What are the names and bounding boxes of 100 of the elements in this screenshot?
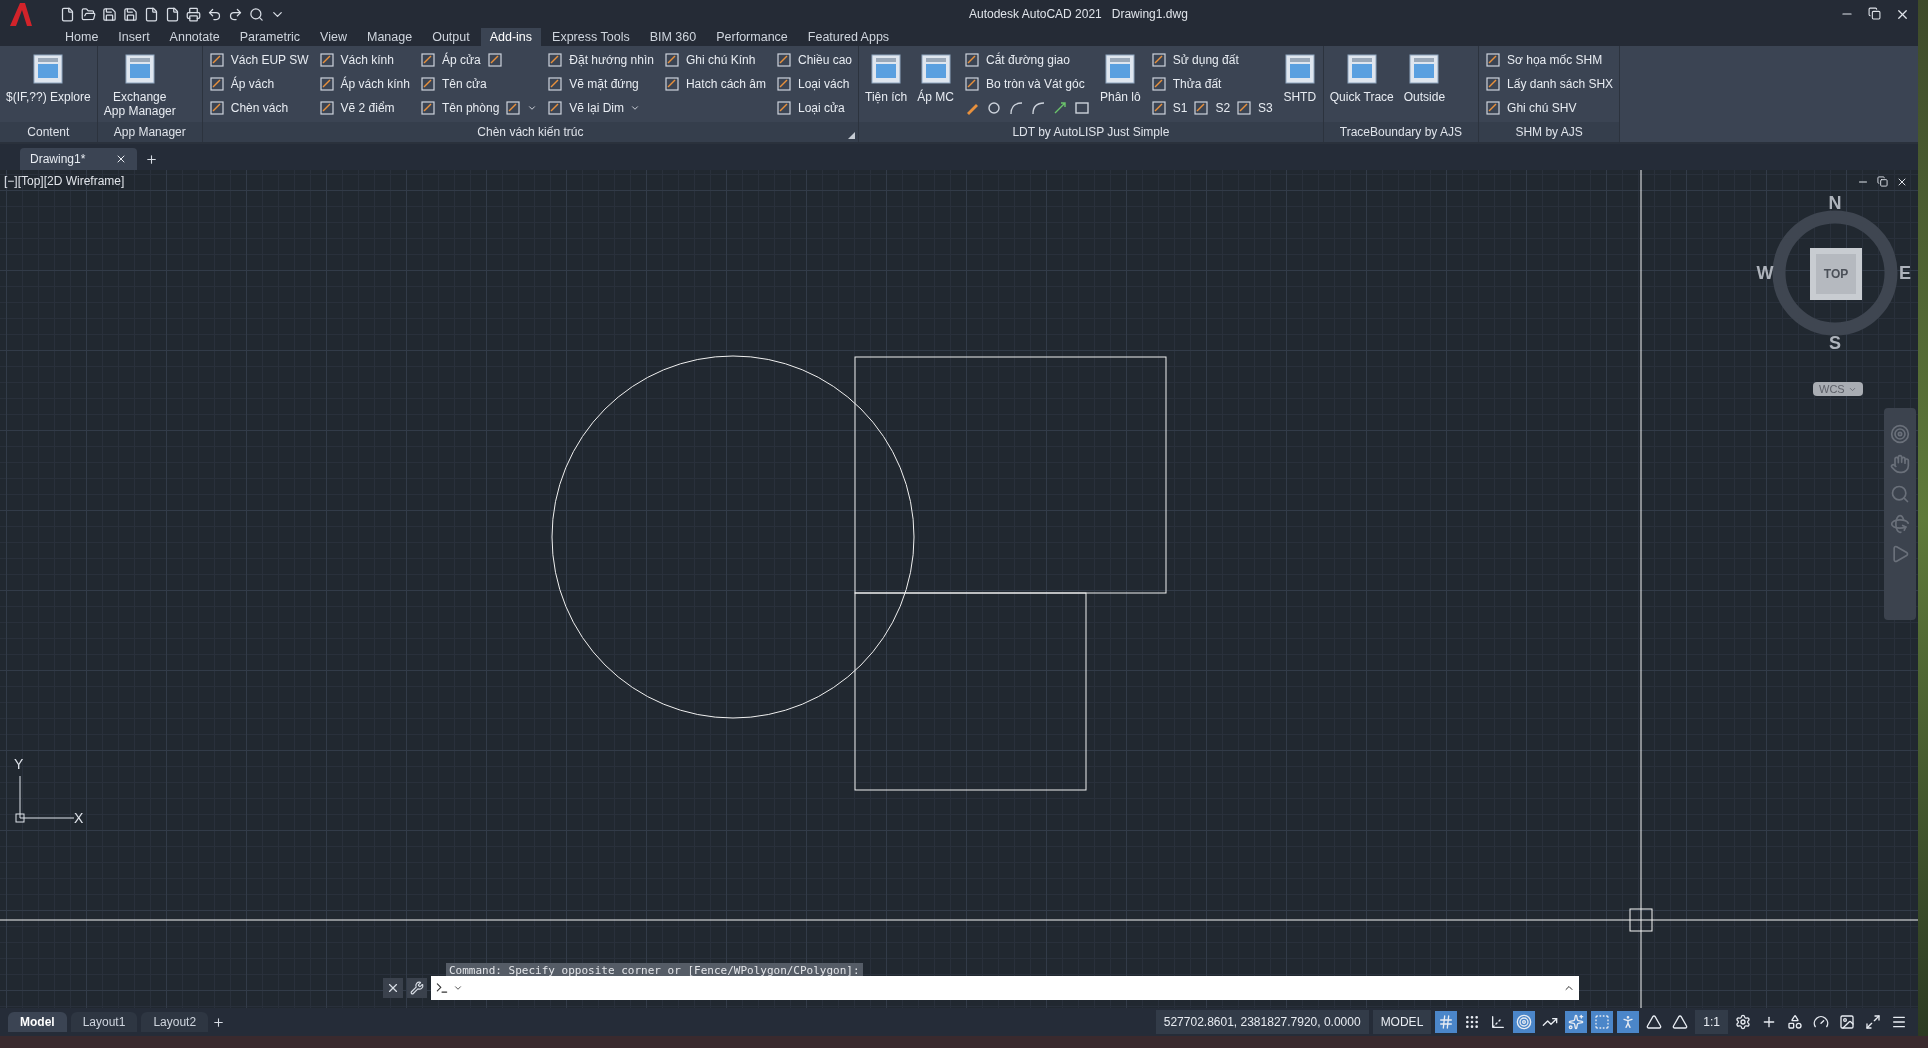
ribbon-large-button[interactable]: Phân lô [1100, 50, 1141, 122]
restore-icon[interactable] [1877, 176, 1888, 187]
ribbon-tool-button[interactable]: Sử dụng đất [1150, 50, 1273, 70]
target-icon[interactable] [1513, 1011, 1536, 1033]
undo-icon[interactable] [207, 6, 222, 22]
close-icon[interactable] [383, 978, 403, 998]
file-icon[interactable] [144, 6, 159, 22]
ribbon-tool-button[interactable]: Đặt hướng nhìn [547, 50, 654, 70]
ribbon-tool-button[interactable]: Ghi chú SHV [1485, 98, 1614, 118]
plus-icon[interactable] [212, 1015, 226, 1029]
ribbon-tab[interactable]: Express Tools [543, 28, 639, 46]
save-icon[interactable] [102, 6, 117, 22]
ribbon-tool-button[interactable]: Vẽ 2 điểm [318, 98, 410, 118]
ribbon-tab[interactable]: Output [423, 28, 479, 46]
ribbon-tool-button[interactable]: Loại vách [776, 74, 853, 94]
ribbon-tool-button[interactable]: Cắt đường giao [964, 50, 1090, 70]
viewcube-face[interactable]: TOP [1810, 248, 1862, 300]
ribbon-large-button[interactable]: Quick Trace [1329, 50, 1394, 122]
drawing-canvas[interactable]: [−][Top][2D Wireframe] N W TOP E S WCS Y X Command: Specify opposite corner or [Fence/WPolygon/CPolygon]: [0, 170, 1918, 1008]
save-icon[interactable] [123, 6, 138, 22]
dialog-launcher-icon[interactable] [848, 132, 856, 139]
tool-icon [1485, 100, 1502, 116]
ribbon-tool-button[interactable]: S3 [1236, 98, 1273, 118]
ribbon-tab[interactable]: Insert [109, 28, 159, 46]
redo-icon[interactable] [228, 6, 243, 22]
model-space-button[interactable]: MODEL [1372, 1010, 1432, 1034]
ribbon-tool-button[interactable]: Áp cửa [419, 50, 538, 70]
caret-icon[interactable] [527, 103, 538, 113]
file-icon[interactable] [165, 6, 180, 22]
axis-label: X [74, 810, 84, 826]
ribbon-tool-button[interactable]: S2 [1193, 98, 1231, 118]
panel-title: Chèn vách kiến trúc [477, 125, 584, 139]
ribbon-tool-button[interactable]: Vẽ mặt đứng [547, 74, 654, 94]
arc-icon[interactable] [1008, 100, 1024, 116]
folder-icon[interactable] [81, 6, 96, 22]
tool-icon [964, 52, 980, 68]
viewport-label[interactable]: [−][Top][2D Wireframe] [4, 174, 125, 188]
annotation-scale-button[interactable]: 1:1 [1695, 1010, 1728, 1034]
plus-icon[interactable] [145, 153, 159, 166]
tool-icon [1150, 52, 1167, 68]
table-icon[interactable] [1074, 100, 1090, 116]
ribbon-tool-button[interactable]: Thửa đất [1150, 74, 1273, 94]
printer-icon[interactable] [186, 6, 201, 22]
ribbon-tool-button[interactable]: Ghi chú Kính [663, 50, 766, 70]
ribbon-tool-button[interactable]: Chèn vách [208, 98, 309, 118]
command-input[interactable] [431, 976, 1579, 1000]
caret-icon[interactable] [630, 103, 640, 113]
ribbon-large-button[interactable]: Outside [1403, 50, 1446, 122]
ribbon-tool-button[interactable]: Bo tròn và Vát góc [964, 74, 1090, 94]
ribbon-large-button[interactable]: $(IF,??) Explore [6, 50, 91, 122]
tool-icon [1150, 100, 1167, 116]
document-tab[interactable]: Drawing1* [20, 148, 138, 170]
app-logo-icon[interactable] [8, 1, 34, 27]
ribbon-tab[interactable]: Manage [357, 28, 422, 46]
arc-icon[interactable] [1030, 100, 1046, 116]
layout-tab[interactable]: Model [8, 1012, 67, 1032]
tool-icon [663, 76, 680, 92]
ribbon-tool-button[interactable]: Hatch cách âm [663, 74, 766, 94]
restore-icon[interactable] [1868, 6, 1881, 20]
window-title: Autodesk AutoCAD 2021 Drawing1.dwg [969, 7, 1188, 21]
layout-tab[interactable]: Layout1 [70, 1012, 138, 1032]
terminal-icon[interactable] [435, 981, 449, 995]
ribbon-large-button[interactable]: SHTD [1282, 50, 1317, 122]
dashed-square-icon[interactable] [1591, 1011, 1614, 1033]
ribbon-tab[interactable]: BIM 360 [640, 28, 706, 46]
tool-icon [1236, 100, 1253, 116]
circle-icon[interactable] [986, 100, 1002, 116]
file-icon[interactable] [60, 6, 75, 22]
ribbon-tool-button[interactable]: Tên phòng [419, 98, 538, 118]
ribbon-tab[interactable]: Parametric [230, 28, 310, 46]
sparkle-icon[interactable] [1565, 1011, 1588, 1033]
ribbon-tab[interactable]: Add-ins [480, 28, 542, 46]
ribbon-tool-button[interactable]: Áp vách [208, 74, 309, 94]
ribbon-tool-button[interactable]: S1 [1150, 98, 1188, 118]
ribbon-tab[interactable]: Performance [707, 28, 797, 46]
ribbon-large-button[interactable]: Áp MC [917, 50, 954, 122]
layout-tab[interactable]: Layout2 [141, 1012, 209, 1032]
tool-icon [208, 100, 225, 116]
ribbon-tab[interactable]: View [311, 28, 356, 46]
window-tool-icon [1282, 52, 1317, 86]
grid-icon[interactable] [1435, 1011, 1458, 1033]
figure-icon[interactable] [1617, 1011, 1640, 1033]
ribbon-tool-button[interactable]: Vách kính [318, 50, 410, 70]
ribbon-tab[interactable]: Annotate [160, 28, 229, 46]
ribbon-tab[interactable]: Featured Apps [798, 28, 899, 46]
ribbon-tool-button[interactable]: Tên cửa [419, 74, 538, 94]
ribbon-tool-button[interactable]: Chiều cao [776, 50, 853, 70]
ribbon-tool-button[interactable]: Vẽ lại Dim [547, 98, 654, 118]
tool-icon [1193, 100, 1210, 116]
ribbon-tool-button[interactable]: Loại cửa [776, 98, 853, 118]
ribbon-large-button[interactable]: Exchange App Manager [103, 50, 176, 122]
ribbon-tool-button[interactable]: Sơ họa mốc SHM [1485, 50, 1614, 70]
wrench-icon[interactable] [407, 978, 427, 998]
close-icon[interactable] [1896, 176, 1908, 188]
ribbon-tool-button[interactable]: Áp vách kính [318, 74, 410, 94]
search-icon[interactable] [249, 6, 264, 22]
ribbon-tool-button[interactable]: Lấy danh sách SHX [1485, 74, 1614, 94]
ribbon-tab[interactable]: Home [56, 28, 108, 46]
ribbon-tool-button[interactable]: Vách EUP SW [208, 50, 309, 70]
ribbon-large-button[interactable]: Tiện ích [865, 50, 908, 122]
